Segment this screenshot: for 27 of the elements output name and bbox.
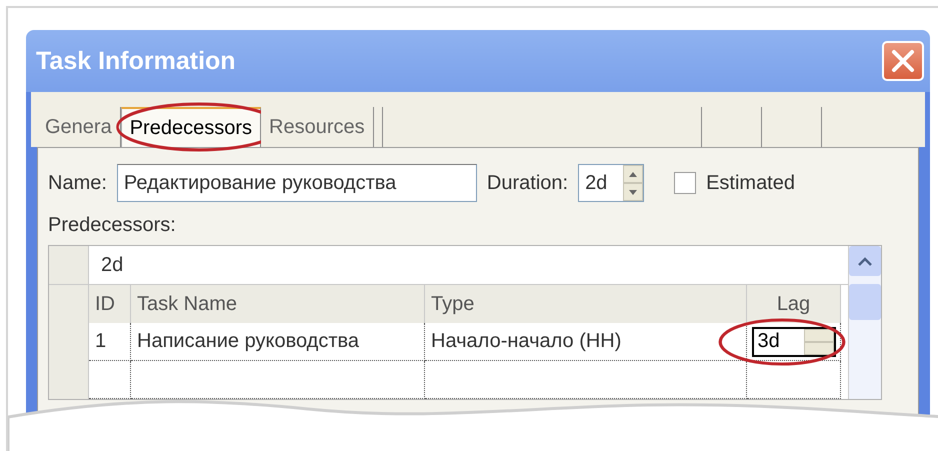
up-arrow-icon xyxy=(629,172,638,176)
table-cell xyxy=(89,361,131,399)
estimated-checkbox[interactable] xyxy=(674,172,696,194)
column-header[interactable]: ID xyxy=(89,285,131,323)
edit-field[interactable]: 2d xyxy=(89,254,124,276)
close-button[interactable] xyxy=(882,41,924,81)
row-header[interactable] xyxy=(49,361,89,399)
vertical-scrollbar[interactable] xyxy=(848,246,881,399)
column-header[interactable]: Type xyxy=(425,285,747,323)
table-cell: Начало-начало (НН) xyxy=(425,323,747,361)
window-title: Task Information xyxy=(36,46,236,76)
column-header[interactable]: Lag xyxy=(747,285,841,323)
estimated-label: Estimated xyxy=(706,172,795,194)
lag-spinner[interactable]: 3d xyxy=(752,326,836,356)
tab[interactable]: Resources xyxy=(261,107,374,147)
close-icon xyxy=(890,48,916,74)
tab[interactable]: Predecessors xyxy=(120,107,261,147)
table-cell: 1 xyxy=(89,323,131,361)
scroll-thumb[interactable] xyxy=(849,284,881,320)
name-field[interactable]: Редактирование руководства xyxy=(116,164,477,202)
name-label: Name: xyxy=(48,172,107,194)
column-header[interactable]: Task Name xyxy=(131,285,425,323)
down-arrow-icon xyxy=(629,190,638,194)
duration-label: Duration: xyxy=(486,172,568,194)
predecessors-label: Predecessors: xyxy=(48,214,177,237)
duration-spinner[interactable]: 2d xyxy=(578,164,644,202)
table-cell: Написание руководства xyxy=(131,323,425,361)
